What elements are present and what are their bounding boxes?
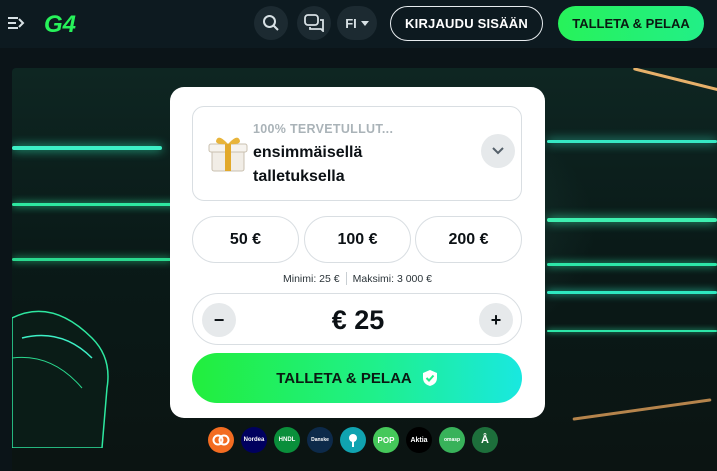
chat-button[interactable] — [297, 6, 331, 40]
limit-divider — [345, 272, 347, 285]
car-illustration — [12, 310, 109, 448]
logo-text: G4 — [44, 11, 76, 37]
search-button[interactable] — [254, 6, 288, 40]
max-limit: Maksimi: 3 000 € — [352, 272, 432, 285]
deposit-play-button[interactable]: TALLETA & PELAA — [192, 353, 522, 403]
caret-down-icon — [360, 20, 369, 26]
pop-pankki-logo: POP — [373, 427, 399, 453]
g4-logo[interactable]: G4 — [42, 9, 88, 38]
s-pankki-logo — [340, 427, 366, 453]
min-limit: Minimi: 25 € — [283, 272, 340, 285]
amount-input[interactable]: € 25 — [253, 294, 463, 346]
cta-label: TALLETA & PELAA — [276, 369, 412, 387]
deposit-limits: Minimi: 25 € Maksimi: 3 000 € — [170, 272, 545, 285]
amount-50-button[interactable]: 50 € — [192, 216, 299, 263]
language-selector[interactable]: FI — [337, 6, 377, 40]
alandsbanken-logo: Å — [472, 427, 498, 453]
language-label: FI — [345, 15, 357, 31]
bonus-selector[interactable]: 100% TERVETULLUT... ensimmäisellä tallet… — [192, 106, 522, 201]
nordea-logo: Nordea — [241, 427, 267, 453]
chat-icon — [304, 14, 324, 32]
handelsbanken-logo: HNDL — [274, 427, 300, 453]
increase-button[interactable]: + — [479, 303, 513, 337]
aktia-logo: Aktia — [406, 427, 432, 453]
deposit-card: 100% TERVETULLUT... ensimmäisellä tallet… — [170, 87, 545, 418]
bonus-title: ensimmäisellä talletuksella — [253, 144, 363, 185]
gift-icon — [208, 137, 248, 172]
chevron-down-icon — [492, 147, 504, 155]
oma-saastopankki-logo: omasp — [439, 427, 465, 453]
top-bar: G4 FI KIRJAUDU SISÄÄN TALLETA & PELAA — [0, 0, 717, 48]
search-icon — [263, 15, 279, 31]
decrease-button[interactable]: − — [202, 303, 236, 337]
menu-icon[interactable] — [7, 14, 25, 32]
expand-bonus-button[interactable] — [481, 134, 515, 168]
shield-check-icon — [422, 370, 437, 386]
bonus-kicker: 100% TERVETULLUT... — [253, 122, 394, 136]
amount-100-button[interactable]: 100 € — [304, 216, 411, 263]
login-button[interactable]: KIRJAUDU SISÄÄN — [390, 6, 543, 41]
danske-bank-logo: Danske — [307, 427, 333, 453]
payment-methods: Nordea HNDL Danske POP Aktia omasp Å — [208, 427, 498, 453]
amount-200-button[interactable]: 200 € — [415, 216, 522, 263]
amount-stepper: − € 25 + — [192, 293, 522, 345]
deposit-play-header-button[interactable]: TALLETA & PELAA — [558, 6, 704, 41]
op-logo — [208, 427, 234, 453]
